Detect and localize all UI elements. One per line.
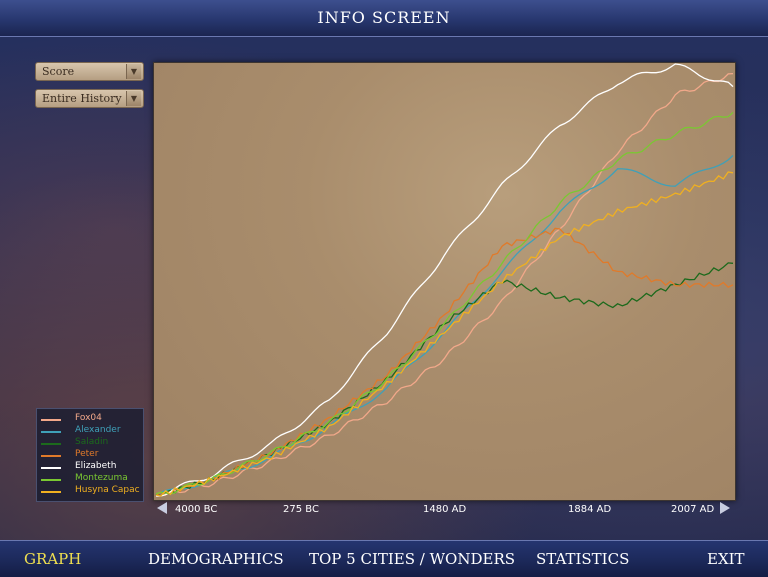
nav-exit[interactable]: EXIT [707,550,745,568]
legend-swatch [41,419,61,421]
series-line-husyna-capac [155,171,734,497]
score-graph [153,62,736,501]
time-range-dropdown[interactable]: Entire History ▼ [35,89,144,108]
legend-swatch [41,467,61,469]
x-tick-label: 4000 BC [175,504,218,515]
legend-item: Peter [41,449,145,461]
x-axis: 4000 BC 275 BC 1480 AD 1884 AD 2007 AD [153,502,734,520]
legend-item: Husyna Capac [41,485,145,497]
legend-label: Husyna Capac [75,485,140,495]
x-tick-label: 2007 AD [671,504,715,515]
nav-demographics[interactable]: DEMOGRAPHICS [148,550,284,568]
graph-type-value: Score [42,65,75,78]
x-tick-label: 275 BC [283,504,319,515]
x-tick-label: 1884 AD [568,504,612,515]
legend-item: Fox04 [41,413,145,425]
legend-item: Elizabeth [41,461,145,473]
legend-label: Peter [75,449,99,459]
series-line-elizabeth [156,63,734,497]
legend-label: Saladin [75,437,109,447]
legend-swatch [41,431,61,433]
nav-statistics[interactable]: STATISTICS [536,550,629,568]
series-line-peter [155,227,734,497]
legend-item: Montezuma [41,473,145,485]
legend-swatch [41,443,61,445]
chevron-down-icon[interactable]: ▼ [126,91,141,106]
screen-title: INFO SCREEN [317,8,451,27]
series-line-fox04 [156,72,734,497]
graph-type-dropdown[interactable]: Score ▼ [35,62,144,81]
legend-label: Elizabeth [75,461,117,471]
legend-swatch [41,491,61,493]
series-line-alexander [155,155,734,496]
score-graph-svg [155,63,734,497]
legend-swatch [41,455,61,457]
series-line-saladin [155,262,734,497]
legend-swatch [41,479,61,481]
chevron-down-icon[interactable]: ▼ [126,64,141,79]
nav-top5-cities-wonders[interactable]: TOP 5 CITIES / WONDERS [309,550,515,568]
time-range-value: Entire History [42,92,122,105]
legend-item: Saladin [41,437,145,449]
legend-label: Fox04 [75,413,102,423]
legend-label: Montezuma [75,473,128,483]
legend: Fox04 Alexander Saladin Peter Elizabeth Monte… [36,408,144,502]
legend-label: Alexander [75,425,121,435]
x-tick-label: 1480 AD [423,504,467,515]
nav-graph[interactable]: GRAPH [24,550,81,568]
series-line-montezuma [155,111,734,495]
legend-item: Alexander [41,425,145,437]
title-bar: INFO SCREEN [0,0,768,37]
